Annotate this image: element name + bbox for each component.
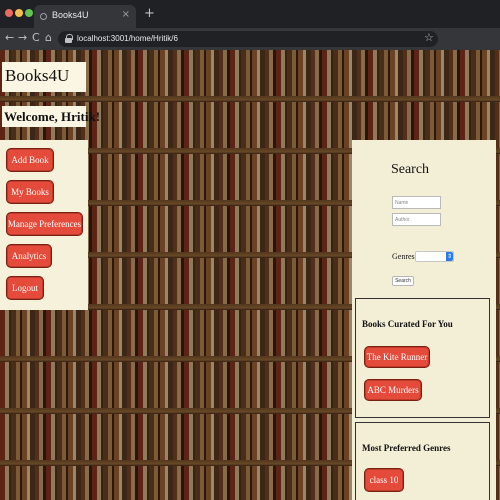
close-window-button[interactable]	[5, 9, 13, 17]
add-book-button[interactable]: Add Book	[6, 148, 54, 172]
curated-book-button[interactable]: The Kite Runner	[364, 346, 430, 368]
curated-books-heading: Books Curated For You	[362, 319, 453, 329]
search-button[interactable]: Search	[392, 276, 414, 286]
browser-tab-bar: Books4U × +	[0, 0, 500, 28]
tab-title: Books4U	[52, 10, 89, 20]
author-input[interactable]	[392, 213, 441, 226]
maximize-window-button[interactable]	[25, 9, 33, 17]
browser-tab[interactable]: Books4U ×	[34, 5, 136, 28]
brand-title: Books4U	[2, 62, 86, 92]
home-icon[interactable]: ⌂	[45, 31, 52, 44]
my-books-button[interactable]: My Books	[6, 180, 54, 204]
page-background: Books4U Welcome, Hritik! Add Book My Boo…	[0, 50, 500, 500]
new-tab-button[interactable]: +	[144, 6, 155, 21]
globe-icon	[40, 13, 47, 20]
minimize-window-button[interactable]	[15, 9, 23, 17]
manage-preferences-button[interactable]: Manage Preferences	[6, 212, 83, 236]
lock-icon	[65, 34, 73, 43]
close-icon[interactable]: ×	[122, 9, 130, 20]
address-bar[interactable]: localhost:3001/home/Hritik/6	[58, 31, 438, 47]
analytics-button[interactable]: Analytics	[6, 244, 52, 268]
preferred-genres-box: Most Preferred Genres class 10	[355, 422, 490, 500]
search-panel: Search Genres ⇕ Search Books Curated For…	[352, 140, 496, 500]
forward-icon[interactable]: →	[18, 31, 27, 44]
url-text: localhost:3001/home/Hritik/6	[77, 34, 178, 43]
preferred-genres-heading: Most Preferred Genres	[362, 443, 451, 453]
reload-icon[interactable]: C	[32, 31, 40, 44]
genre-select[interactable]: ⇕	[415, 251, 454, 262]
bookmark-star-icon[interactable]: ☆	[424, 31, 434, 44]
curated-books-box: Books Curated For You The Kite Runner AB…	[355, 298, 490, 418]
chevron-updown-icon: ⇕	[446, 252, 453, 261]
genres-label: Genres	[392, 252, 415, 261]
welcome-message: Welcome, Hritik!	[2, 106, 100, 127]
search-heading: Search	[390, 162, 430, 177]
preferred-genre-button[interactable]: class 10	[364, 468, 404, 492]
nav-panel: Add Book My Books Manage Preferences Ana…	[0, 140, 88, 310]
name-input[interactable]	[392, 196, 441, 209]
browser-toolbar: ← → C ⌂ localhost:3001/home/Hritik/6 ☆	[0, 28, 500, 71]
curated-book-button[interactable]: ABC Murders	[364, 379, 422, 401]
back-icon[interactable]: ←	[5, 31, 14, 44]
logout-button[interactable]: Logout	[6, 276, 44, 300]
